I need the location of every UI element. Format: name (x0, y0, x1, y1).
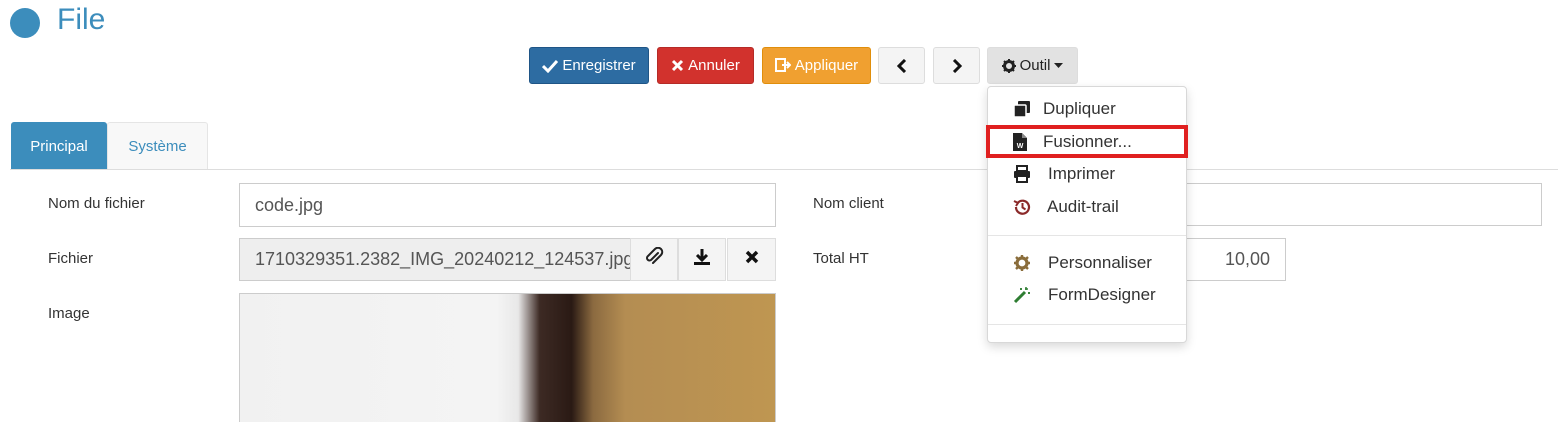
caret-down-icon (1054, 62, 1064, 69)
image-label: Image (48, 305, 90, 322)
menu-item-dupliquer[interactable]: Dupliquer (988, 94, 1186, 124)
tab-label: Système (128, 138, 187, 155)
tabs-divider (10, 169, 1558, 170)
save-button-label: Enregistrer (562, 57, 636, 74)
print-icon (1012, 164, 1032, 184)
next-button[interactable] (933, 47, 980, 84)
cancel-button[interactable]: Annuler (657, 47, 754, 84)
menu-item-formdesigner[interactable]: FormDesigner (988, 280, 1186, 310)
tab-principal[interactable]: Principal (11, 122, 107, 170)
total-label: Total HT (813, 250, 869, 267)
history-icon (1012, 197, 1032, 217)
tab-label: Principal (30, 137, 88, 155)
menu-item-personnaliser[interactable]: Personnaliser (988, 248, 1186, 278)
tool-button-label: Outil (1019, 57, 1051, 74)
cog-icon (1012, 253, 1032, 273)
close-icon (671, 59, 684, 72)
apply-button[interactable]: Appliquer (762, 47, 871, 84)
cancel-button-label: Annuler (688, 57, 740, 74)
chevron-right-icon (952, 58, 962, 73)
apply-button-label: Appliquer (794, 57, 859, 74)
highlight-box (986, 125, 1188, 158)
file-label: Fichier (48, 250, 94, 267)
paperclip-icon (644, 246, 664, 272)
menu-item-audit-trail[interactable]: Audit-trail (988, 192, 1186, 222)
client-label: Nom client (813, 195, 884, 212)
tab-systeme[interactable]: Système (107, 122, 208, 170)
close-icon (745, 250, 759, 269)
page-title: File (57, 3, 106, 36)
menu-divider (988, 235, 1186, 236)
file-input: 1710329351.2382_IMG_20240212_124537.jpg (239, 238, 631, 281)
filename-label: Nom du fichier (48, 195, 145, 212)
menu-item-label: Dupliquer (1043, 99, 1116, 118)
download-button[interactable] (678, 238, 726, 281)
save-button[interactable]: Enregistrer (529, 47, 649, 84)
apply-icon (774, 58, 791, 73)
chevron-left-icon (896, 58, 907, 73)
attach-button[interactable] (630, 238, 678, 281)
check-icon (542, 59, 559, 73)
gear-icon (1001, 58, 1016, 73)
tool-dropdown-button[interactable]: Outil (987, 47, 1078, 84)
previous-button[interactable] (878, 47, 925, 84)
magic-wand-icon (1012, 285, 1032, 305)
total-value: 10,00 (1224, 249, 1270, 269)
download-icon (693, 248, 711, 271)
image-preview (239, 293, 776, 422)
menu-item-label: Audit-trail (1047, 197, 1119, 216)
menu-divider (988, 324, 1186, 325)
title-dot-icon (10, 8, 40, 38)
remove-file-button[interactable] (727, 238, 776, 281)
filename-input[interactable]: code.jpg (239, 183, 776, 227)
menu-item-label: FormDesigner (1048, 285, 1156, 304)
menu-item-label: Imprimer (1048, 164, 1116, 183)
menu-item-imprimer[interactable]: Imprimer (988, 159, 1186, 189)
copy-icon (1012, 99, 1032, 119)
menu-item-label: Personnaliser (1048, 253, 1152, 272)
